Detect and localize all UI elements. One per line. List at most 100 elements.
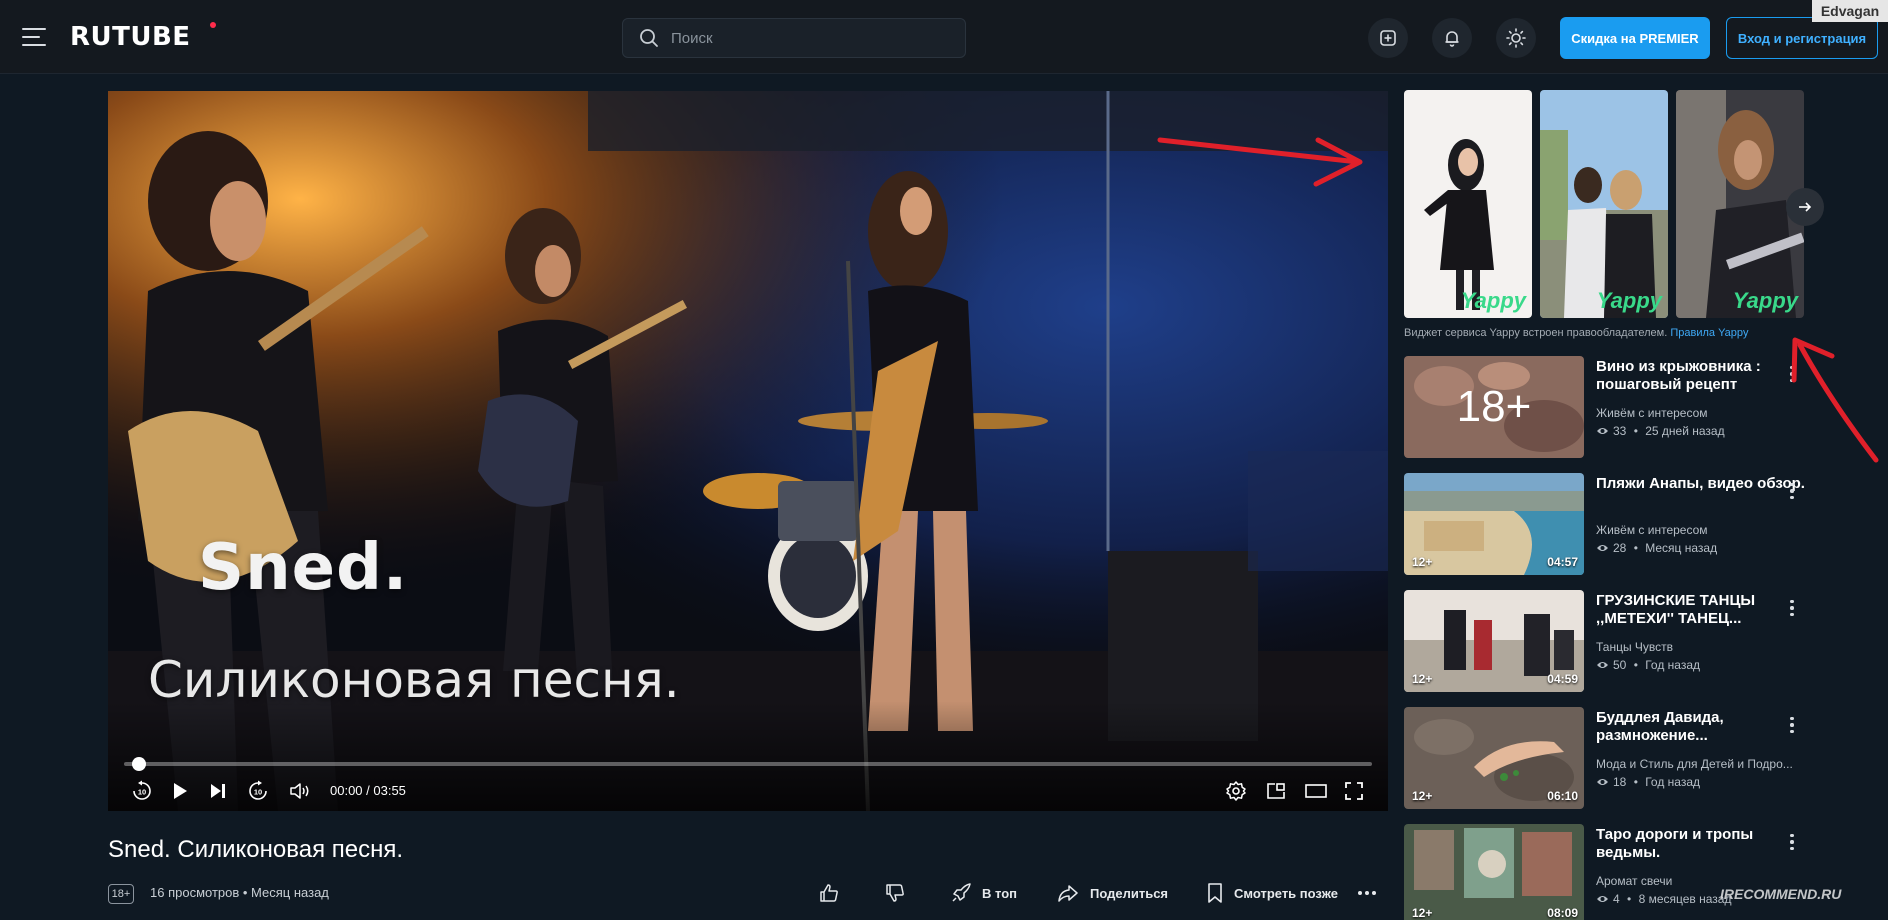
bookmark-icon [1208,883,1222,903]
like-button[interactable] [818,882,840,904]
recommendation-thumbnail: 12+ 04:59 [1404,590,1584,692]
fullscreen-button[interactable] [1340,777,1368,805]
next-button[interactable] [204,777,232,805]
upload-button[interactable] [1368,18,1408,58]
recommendation-thumbnail: 12+ 04:57 [1404,473,1584,575]
eye-icon [1597,896,1608,902]
age-badge: 12+ [1412,906,1433,920]
recommendation-title[interactable]: ГРУЗИНСКИЕ ТАНЦЫ ,,МЕТЕХИ'' ТАНЕЦ... [1596,592,1806,628]
settings-button[interactable] [1222,777,1250,805]
share-button[interactable]: Поделиться [1056,882,1168,904]
dislike-button[interactable] [884,882,906,904]
recommendation-item[interactable]: 12+ 08:09 Таро дороги и тропы ведьмы. Ар… [1404,824,1874,920]
yappy-card[interactable]: Yappy [1540,90,1668,318]
views-count: 18 [1613,775,1627,789]
age-badge: 12+ [1412,789,1433,803]
logo-dot [210,22,216,28]
recommendation-channel[interactable]: Живём с интересом [1596,523,1806,537]
recommendation-item[interactable]: 12+ 04:59 ГРУЗИНСКИЕ ТАНЦЫ ,,МЕТЕХИ'' ТА… [1404,590,1874,692]
bell-icon [1445,31,1459,47]
video-title: Sned. Силиконовая песня. [108,836,404,863]
more-horizontal-icon [1358,891,1376,895]
yappy-rules-link[interactable]: Правила Yappy [1670,327,1748,339]
eye-icon [1597,662,1608,668]
views-count: 33 [1613,424,1627,438]
eye-icon [1597,428,1608,434]
duration-badge: 04:57 [1547,555,1578,569]
progress-knob[interactable] [132,757,146,771]
age-restricted-label: 18+ [1456,382,1532,431]
recommendation-item[interactable]: 12+ 06:10 Буддлея Давида, размножение...… [1404,707,1874,809]
recommendation-channel[interactable]: Мода и Стиль для Детей и Подро... [1596,757,1806,771]
time-display: 00:00 / 03:55 [330,783,406,798]
recommendation-stats: 33 • 25 дней назад [1596,424,1725,438]
forward-10-button[interactable]: 10 [244,777,272,805]
premier-discount-button[interactable]: Скидка на PREMIER [1560,17,1710,59]
recommendation-channel[interactable]: Живём с интересом [1596,406,1806,420]
recommendation-item[interactable]: 12+ 04:57 Пляжи Анапы, видео обзор. Живё… [1404,473,1874,575]
more-vertical-icon[interactable] [1782,362,1802,386]
rewind-10-button[interactable]: 10 [128,777,156,805]
theme-toggle-button[interactable] [1496,18,1536,58]
video-player[interactable]: Sned. Силиконовая песня. 10 10 00:00 / 0… [108,91,1388,811]
share-label: Поделиться [1090,885,1169,901]
yappy-thumbnail [1404,90,1532,318]
stats-separator: • [1623,892,1635,906]
recommendation-thumbnail: 18+ [1404,356,1584,458]
more-vertical-icon[interactable] [1782,830,1802,854]
yappy-thumbnail [1676,90,1804,318]
stats-separator: • [1630,424,1642,438]
yappy-note: Виджет сервиса Yappy встроен правооблада… [1404,327,1748,339]
miniplayer-button[interactable] [1262,777,1290,805]
more-vertical-icon[interactable] [1782,479,1802,503]
share-arrow-icon [1058,885,1078,902]
stats-separator: • [1630,658,1642,672]
publish-date: Год назад [1645,775,1701,789]
thumbs-down-icon [886,884,904,902]
watermark: IRECOMMEND.RU [1720,886,1842,902]
play-button[interactable] [166,777,194,805]
notifications-button[interactable] [1432,18,1472,58]
recommendation-title[interactable]: Вино из крыжовника : пошаговый рецепт [1596,358,1806,394]
rutube-logo[interactable]: RUTUBE [70,22,191,52]
recommendation-item[interactable]: 18+ Вино из крыжовника : пошаговый рецеп… [1404,356,1874,458]
recommendation-title[interactable]: Буддлея Давида, размножение... [1596,709,1806,745]
login-button[interactable]: Вход и регистрация [1726,17,1878,59]
to-top-label: В топ [982,885,1017,901]
views-count: 4 [1613,892,1620,906]
miniplayer-icon [1267,783,1285,799]
to-top-button[interactable]: В топ [950,882,1017,904]
watch-later-button[interactable]: Смотреть позже [1206,882,1338,904]
recommendation-channel[interactable]: Танцы Чувств [1596,640,1806,654]
yappy-note-text: Виджет сервиса Yappy встроен правооблада… [1404,327,1668,339]
search-input[interactable] [671,29,951,47]
duration-badge: 08:09 [1547,906,1578,920]
video-meta: 16 просмотров • Месяц назад [150,885,329,900]
rewind-10-icon: 10 [133,780,151,800]
menu-icon[interactable] [22,28,46,48]
progress-bar[interactable] [124,757,1372,771]
recommendation-thumbnail: 12+ 06:10 [1404,707,1584,809]
more-vertical-icon[interactable] [1782,596,1802,620]
recommendation-stats: 28 • Месяц назад [1596,541,1717,555]
yappy-card[interactable]: Yappy [1676,90,1804,318]
recommendation-title[interactable]: Пляжи Анапы, видео обзор. [1596,475,1806,493]
stats-separator: • [1630,541,1642,555]
yappy-next-button[interactable] [1786,188,1824,226]
upload-icon [1380,30,1396,46]
eye-icon [1597,779,1608,785]
stats-separator: • [1630,775,1642,789]
theater-mode-button[interactable] [1302,777,1330,805]
views-count: 28 [1613,541,1627,555]
volume-icon [290,783,309,799]
yappy-card[interactable]: Yappy [1404,90,1532,318]
more-actions-button[interactable] [1356,882,1378,904]
recommendation-stats: 50 • Год назад [1596,658,1700,672]
theme-sun-icon [1506,28,1526,48]
forward-10-icon: 10 [249,780,267,800]
volume-button[interactable] [286,777,314,805]
recommendation-title[interactable]: Таро дороги и тропы ведьмы. [1596,826,1806,862]
fullscreen-icon [1345,782,1363,800]
search-bar[interactable] [622,18,966,58]
more-vertical-icon[interactable] [1782,713,1802,737]
